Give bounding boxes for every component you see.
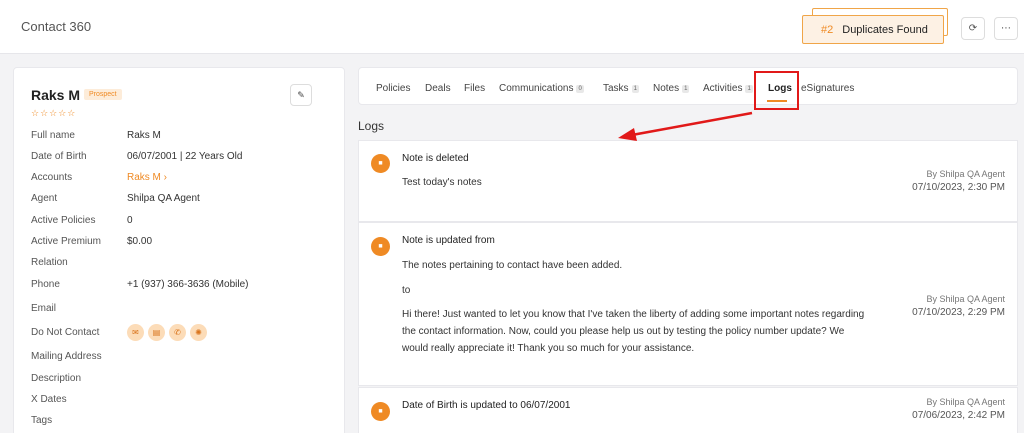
annotation-arrow-head — [618, 128, 637, 141]
annotation-arrow — [618, 111, 753, 141]
annotation-arrow-line — [631, 111, 753, 137]
